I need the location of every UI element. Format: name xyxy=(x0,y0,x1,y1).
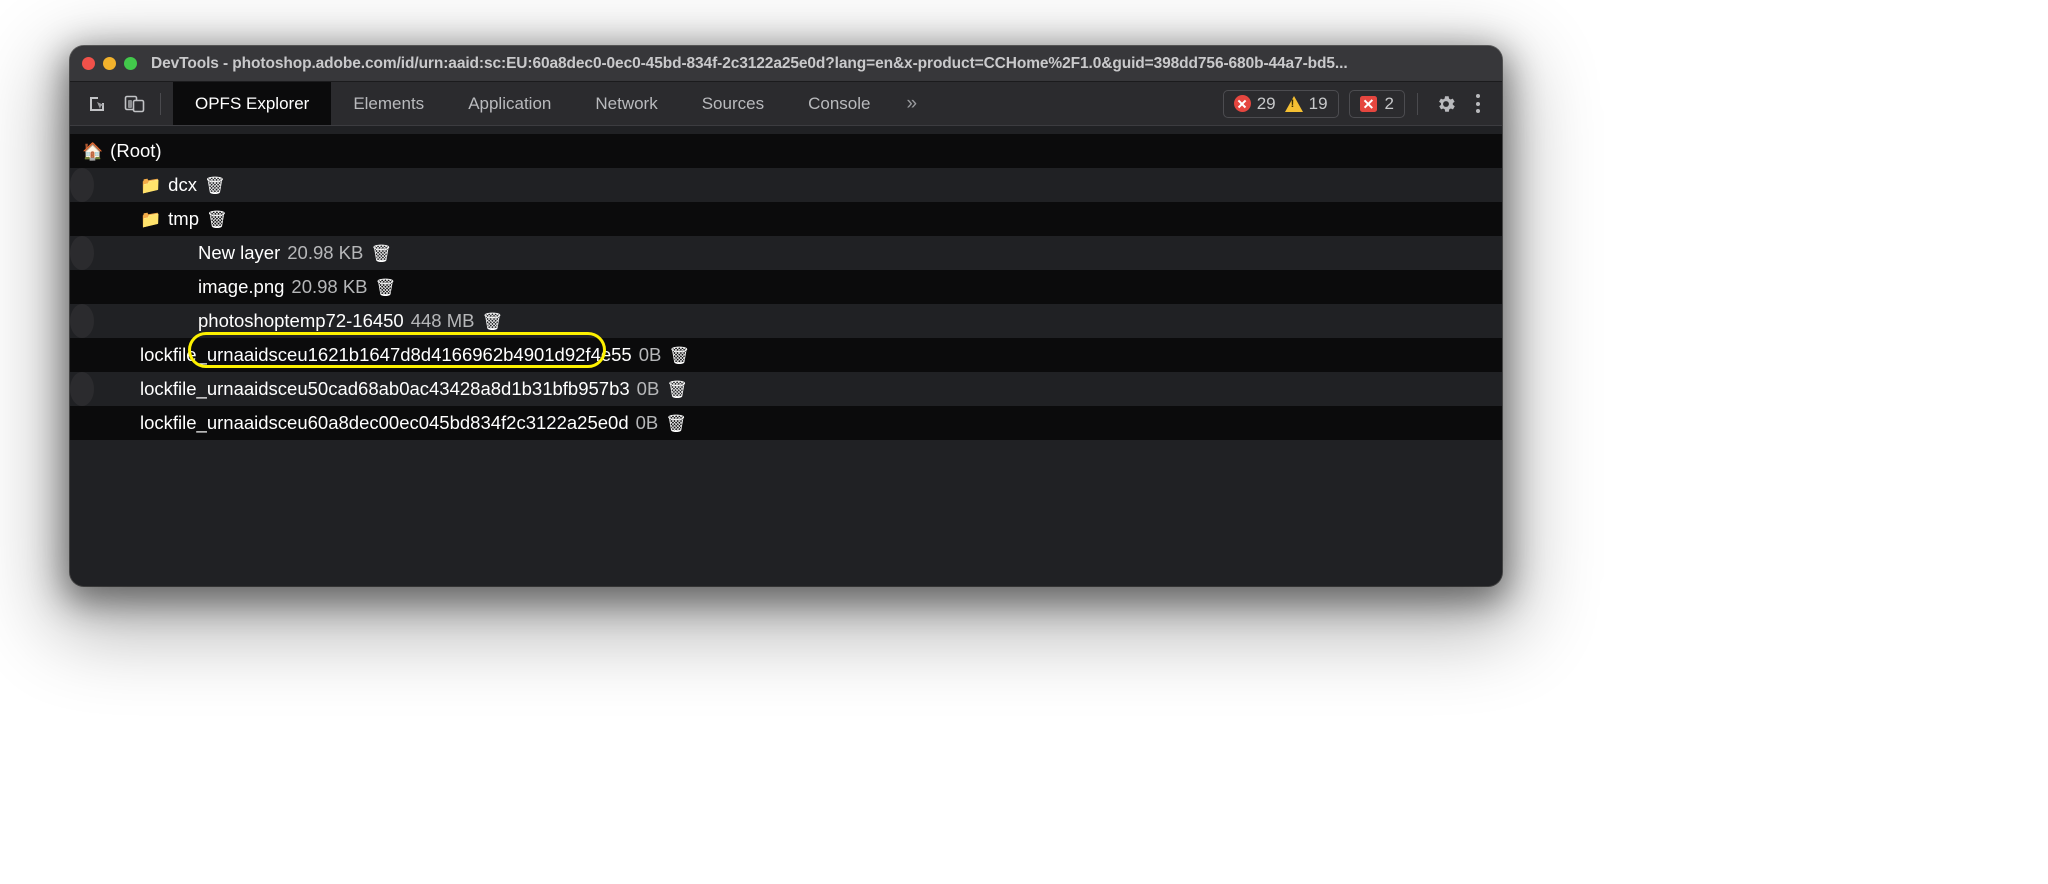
row-content: 📁 dcx 🗑 xyxy=(140,174,226,196)
row-name: image.png xyxy=(198,276,284,298)
row-size: 20.98 KB xyxy=(291,276,367,298)
file-tree-rows: 🏠 (Root) 📁 dcx 🗑 📁 tmp 🗑 xyxy=(70,134,1502,440)
close-button[interactable] xyxy=(82,57,95,70)
table-row[interactable]: image.png 20.98 KB 🗑 xyxy=(70,270,1502,304)
devtools-tab-strip: OPFS Explorer Elements Application Netwo… xyxy=(173,82,1223,125)
table-row[interactable]: lockfile_urnaaidsceu60a8dec00ec045bd834f… xyxy=(70,406,1502,440)
warning-triangle-icon xyxy=(1285,96,1303,112)
row-name: tmp xyxy=(168,208,199,230)
console-counts[interactable]: 29 19 xyxy=(1223,90,1339,118)
folder-icon: 📁 xyxy=(140,211,161,228)
tab-elements[interactable]: Elements xyxy=(331,82,446,125)
minimize-button[interactable] xyxy=(103,57,116,70)
trash-icon[interactable]: 🗑 xyxy=(370,245,392,262)
device-toolbar-icon[interactable] xyxy=(118,87,152,121)
devtools-window: DevTools - photoshop.adobe.com/id/urn:aa… xyxy=(70,46,1502,586)
trash-icon[interactable]: 🗑 xyxy=(482,313,504,330)
trash-icon[interactable]: 🗑 xyxy=(206,211,228,228)
row-content: lockfile_urnaaidsceu60a8dec00ec045bd834f… xyxy=(140,412,687,434)
toolbar-divider xyxy=(160,93,161,115)
home-icon: 🏠 xyxy=(82,143,103,160)
error-count-label: 29 xyxy=(1257,94,1276,114)
tab-label: Console xyxy=(808,94,870,114)
row-content: photoshoptemp72-16450 448 MB 🗑 xyxy=(198,310,503,332)
trash-icon[interactable]: 🗑 xyxy=(375,279,397,296)
row-name: dcx xyxy=(168,174,197,196)
kebab-menu-icon[interactable] xyxy=(1462,88,1494,120)
issues-count-item[interactable]: 2 xyxy=(1349,90,1405,118)
trash-icon[interactable]: 🗑 xyxy=(668,347,690,364)
tab-label: Sources xyxy=(702,94,764,114)
tab-label: Application xyxy=(468,94,551,114)
status-divider xyxy=(1417,93,1418,115)
table-row[interactable]: 🏠 (Root) xyxy=(70,134,1502,168)
row-size: 448 MB xyxy=(411,310,475,332)
table-row[interactable]: New layer 20.98 KB 🗑 xyxy=(70,236,94,270)
row-name: New layer xyxy=(198,242,280,264)
kebab-dots xyxy=(1476,94,1480,113)
traffic-lights xyxy=(82,57,137,70)
tab-application[interactable]: Application xyxy=(446,82,573,125)
trash-icon[interactable]: 🗑 xyxy=(666,381,688,398)
issue-square-icon xyxy=(1360,96,1377,112)
more-tabs-label: » xyxy=(906,93,917,115)
table-row[interactable]: lockfile_urnaaidsceu50cad68ab0ac43428a8d… xyxy=(70,372,94,406)
tab-label: Network xyxy=(595,94,657,114)
trash-icon[interactable]: 🗑 xyxy=(665,415,687,432)
window-titlebar[interactable]: DevTools - photoshop.adobe.com/id/urn:aa… xyxy=(70,46,1502,82)
row-size: 0B xyxy=(636,412,659,434)
tab-label: Elements xyxy=(353,94,424,114)
row-name: lockfile_urnaaidsceu60a8dec00ec045bd834f… xyxy=(140,412,629,434)
table-row[interactable]: lockfile_urnaaidsceu1621b1647d8d4166962b… xyxy=(70,338,1502,372)
toolbar-status-group: 29 19 2 xyxy=(1223,82,1502,125)
tab-label: OPFS Explorer xyxy=(195,94,309,114)
gear-icon[interactable] xyxy=(1430,88,1462,120)
table-row[interactable]: photoshoptemp72-16450 448 MB 🗑 xyxy=(70,304,94,338)
table-row[interactable]: 📁 dcx 🗑 xyxy=(70,168,94,202)
table-row[interactable]: 📁 tmp 🗑 xyxy=(70,202,1502,236)
row-name: photoshoptemp72-16450 xyxy=(198,310,404,332)
folder-icon: 📁 xyxy=(140,177,161,194)
inspect-cursor-icon[interactable] xyxy=(80,87,114,121)
row-size: 20.98 KB xyxy=(287,242,363,264)
error-circle-icon xyxy=(1234,95,1251,112)
tab-console[interactable]: Console xyxy=(786,82,892,125)
row-size: 0B xyxy=(637,378,660,400)
row-size: 0B xyxy=(639,344,662,366)
trash-icon[interactable]: 🗑 xyxy=(204,177,226,194)
row-content: New layer 20.98 KB 🗑 xyxy=(198,242,392,264)
more-tabs-chevron-icon[interactable]: » xyxy=(892,82,931,125)
row-content: image.png 20.98 KB 🗑 xyxy=(198,276,396,298)
error-count-item[interactable]: 29 xyxy=(1234,94,1276,114)
row-content: 🏠 (Root) xyxy=(82,140,162,162)
maximize-button[interactable] xyxy=(124,57,137,70)
row-content: lockfile_urnaaidsceu1621b1647d8d4166962b… xyxy=(140,344,690,366)
window-title: DevTools - photoshop.adobe.com/id/urn:aa… xyxy=(151,55,1348,73)
row-content: lockfile_urnaaidsceu50cad68ab0ac43428a8d… xyxy=(140,378,688,400)
row-content: 📁 tmp 🗑 xyxy=(140,208,228,230)
devtools-toolbar: OPFS Explorer Elements Application Netwo… xyxy=(70,82,1502,126)
tab-opfs-explorer[interactable]: OPFS Explorer xyxy=(173,82,331,125)
opfs-file-tree-panel: 🏠 (Root) 📁 dcx 🗑 📁 tmp 🗑 xyxy=(70,126,1502,586)
issues-count-label: 2 xyxy=(1385,94,1394,114)
screenshot-root: DevTools - photoshop.adobe.com/id/urn:aa… xyxy=(0,0,2048,884)
warning-count-item[interactable]: 19 xyxy=(1285,94,1328,114)
toolbar-icon-group xyxy=(70,82,173,125)
row-name: (Root) xyxy=(110,140,161,162)
warning-count-label: 19 xyxy=(1309,94,1328,114)
tab-sources[interactable]: Sources xyxy=(680,82,786,125)
row-name: lockfile_urnaaidsceu1621b1647d8d4166962b… xyxy=(140,344,632,366)
row-name: lockfile_urnaaidsceu50cad68ab0ac43428a8d… xyxy=(140,378,630,400)
tab-network[interactable]: Network xyxy=(573,82,679,125)
